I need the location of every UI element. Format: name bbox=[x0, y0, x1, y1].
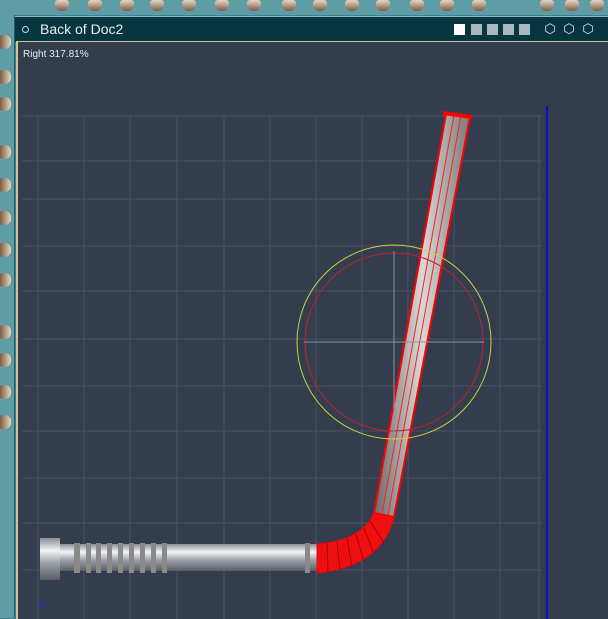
two-view-horizontal-icon[interactable] bbox=[471, 24, 482, 35]
rotate-tool-icon[interactable] bbox=[0, 178, 11, 192]
camera-2-icon[interactable]: ⬡ bbox=[562, 21, 576, 36]
handle-straight bbox=[40, 538, 317, 580]
magnet-tool-icon[interactable] bbox=[182, 0, 196, 11]
book-tool-icon[interactable] bbox=[247, 0, 261, 11]
shield-tool-icon[interactable] bbox=[410, 0, 424, 11]
taper-tool-icon[interactable] bbox=[0, 273, 11, 287]
lamp-tool-icon[interactable] bbox=[282, 0, 296, 11]
envelope-tool-icon[interactable] bbox=[376, 0, 390, 11]
four-view-icon[interactable] bbox=[503, 24, 514, 35]
direct-manipulation-icon[interactable] bbox=[0, 415, 11, 429]
goblet-tool-icon[interactable] bbox=[345, 0, 359, 11]
selected-bend bbox=[316, 512, 395, 574]
scissors-tool-icon[interactable] bbox=[150, 0, 164, 11]
axis-label: Z bbox=[40, 600, 46, 610]
document-titlebar: Back of Doc2 ⬡ ⬡ ⬡ bbox=[15, 16, 608, 42]
selected-shaft bbox=[372, 111, 473, 519]
blob-tool-icon[interactable] bbox=[472, 0, 486, 11]
figure-tool-icon[interactable] bbox=[540, 0, 554, 11]
camera-1-icon[interactable]: ⬡ bbox=[543, 21, 557, 36]
window-options-icon[interactable] bbox=[22, 26, 29, 33]
wing-tool-icon[interactable] bbox=[440, 0, 454, 11]
main-toolbar bbox=[0, 0, 608, 15]
camera-label: Right 317.81% bbox=[23, 49, 89, 60]
chain-tool-icon[interactable] bbox=[0, 325, 11, 339]
rotate-manipulator[interactable] bbox=[296, 244, 492, 440]
view-magnifier-icon[interactable] bbox=[0, 385, 11, 399]
left-toolbar bbox=[0, 15, 15, 618]
tool-icon[interactable] bbox=[0, 70, 11, 84]
morph-tool-icon[interactable] bbox=[120, 0, 134, 11]
twist-tool-icon[interactable] bbox=[0, 211, 11, 225]
single-view-icon[interactable] bbox=[454, 24, 465, 35]
crop-tool-icon[interactable] bbox=[215, 0, 229, 11]
scene[interactable] bbox=[18, 42, 608, 619]
figure2-tool-icon[interactable] bbox=[565, 0, 579, 11]
sculpt-tool-icon[interactable] bbox=[313, 0, 327, 11]
color-tool-icon[interactable] bbox=[0, 353, 11, 367]
three-view-icon[interactable] bbox=[519, 24, 530, 35]
tool-icon[interactable] bbox=[0, 35, 11, 49]
camera-3-icon[interactable]: ⬡ bbox=[581, 21, 595, 36]
tool-icon[interactable] bbox=[0, 97, 11, 111]
scale-tool-icon[interactable] bbox=[0, 243, 11, 257]
figure3-tool-icon[interactable] bbox=[590, 0, 604, 11]
move-tool-icon[interactable] bbox=[0, 145, 11, 159]
3d-viewport[interactable]: Right 317.81% Z bbox=[16, 41, 608, 619]
bone-tool-icon[interactable] bbox=[88, 0, 102, 11]
document-title: Back of Doc2 bbox=[40, 21, 124, 37]
two-view-grid-icon[interactable] bbox=[487, 24, 498, 35]
sphere-tool-icon[interactable] bbox=[55, 0, 69, 11]
